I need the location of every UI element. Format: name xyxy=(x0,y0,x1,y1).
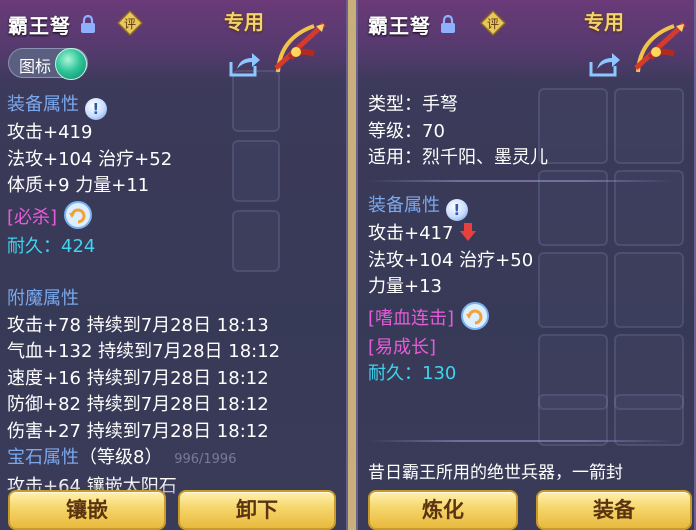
skill-label[interactable]: [嗜血连击] xyxy=(368,308,454,329)
level-line: 等级：70 xyxy=(368,120,445,142)
magic-heal-line: 法攻+104 治疗+50 xyxy=(368,249,534,271)
skill-line[interactable]: [易成长] xyxy=(368,335,533,362)
icon-toggle-label: 图标 xyxy=(19,57,52,76)
gem-header: 宝石属性 xyxy=(7,447,79,468)
base-info-list: 类型：手弩 等级：70 适用：烈千阳、墨灵儿 xyxy=(368,92,548,172)
enchant-line: 气血+132 持续到7月28日 18:12 xyxy=(7,341,281,362)
item-detail-panel-equipped: 霸王弩 评 专用 图标 装备属性 ! 攻击+419 法攻+104 治疗+52 体… xyxy=(0,0,348,530)
item-title: 霸王弩 xyxy=(368,14,431,38)
equip-attr-header: 装备属性 ! xyxy=(7,92,172,120)
skill-label[interactable]: [必杀] xyxy=(7,207,57,228)
equip-attr-header: 装备属性 ! xyxy=(368,193,533,221)
icon-toggle[interactable]: 图标 xyxy=(8,48,88,80)
background-slot xyxy=(614,88,684,164)
item-title: 霸王弩 xyxy=(8,14,71,38)
attribute-list: 装备属性 ! 攻击+417 法攻+104 治疗+50 力量+13 [嗜血连击] … xyxy=(368,193,533,388)
durability-line: 耐久：424 xyxy=(7,235,96,257)
type-line: 类型：手弩 xyxy=(368,94,458,115)
str-line: 力量+13 xyxy=(368,276,442,297)
equip-attr-header-label: 装备属性 xyxy=(368,195,440,216)
background-slot xyxy=(538,394,608,446)
attribute-list: 装备属性 ! 攻击+419 法攻+104 治疗+52 体质+9 力量+11 [必… xyxy=(7,92,172,260)
background-slot xyxy=(538,252,608,328)
info-icon[interactable]: ! xyxy=(84,98,107,120)
equip-attr-header-label: 装备属性 xyxy=(7,94,79,115)
background-slot xyxy=(232,140,280,202)
gem-level: （等级8） xyxy=(79,447,163,468)
gem-header-line: 宝石属性（等级8） 996/1996 xyxy=(7,445,280,474)
panel-divider xyxy=(348,0,356,530)
equip-button[interactable]: 装备 xyxy=(536,490,692,530)
exclusive-label: 专用 xyxy=(584,10,624,34)
background-slot xyxy=(232,210,280,272)
enchant-line: 攻击+78 持续到7月28日 18:13 xyxy=(7,314,269,336)
durability-line: 耐久：130 xyxy=(368,363,457,384)
background-slot xyxy=(614,252,684,328)
section-separator xyxy=(368,440,674,442)
lock-icon[interactable] xyxy=(80,15,96,33)
refresh-icon[interactable] xyxy=(63,200,93,230)
background-slot xyxy=(538,88,608,164)
enchant-header: 附魔属性 xyxy=(7,288,79,309)
exclusive-label: 专用 xyxy=(224,10,264,34)
attack-line: 攻击+417 xyxy=(368,221,533,248)
attack-line: 攻击+419 xyxy=(7,122,93,143)
enchant-list: 附魔属性 攻击+78 持续到7月28日 18:13 气血+132 持续到7月28… xyxy=(7,286,280,500)
crossbow-weapon-icon xyxy=(634,22,686,73)
skill-line: [必杀] xyxy=(7,200,172,234)
info-icon[interactable]: ! xyxy=(445,199,468,221)
magic-heal-line: 法攻+104 治疗+52 xyxy=(7,148,173,170)
lock-icon[interactable] xyxy=(440,15,456,33)
toggle-knob xyxy=(55,48,87,80)
enchant-line: 防御+82 持续到7月28日 18:12 xyxy=(7,394,269,415)
refresh-icon[interactable] xyxy=(460,301,490,331)
appraise-icon[interactable]: 评 xyxy=(480,10,506,36)
skill-line: [嗜血连击] xyxy=(368,301,533,335)
suitable-line: 适用：烈千阳、墨灵儿 xyxy=(368,147,548,168)
attack-value: 攻击+417 xyxy=(368,223,454,244)
item-detail-panel-compare: 霸王弩 评 专用 类型：手弩 等级：70 适用：烈千阳、墨灵儿 装备属性 ! 攻… xyxy=(356,0,696,530)
con-str-line: 体质+9 力量+11 xyxy=(7,175,150,196)
enchant-line: 速度+16 持续到7月28日 18:12 xyxy=(7,367,269,389)
refine-button[interactable]: 炼化 xyxy=(368,490,518,530)
unequip-button[interactable]: 卸下 xyxy=(178,490,336,530)
background-slot xyxy=(614,394,684,446)
ghost-text: 996/1996 xyxy=(174,452,237,467)
appraise-label: 评 xyxy=(487,17,499,31)
section-separator xyxy=(368,180,674,182)
share-icon[interactable] xyxy=(228,50,262,78)
inlay-button[interactable]: 镶嵌 xyxy=(8,490,166,530)
crossbow-weapon-icon xyxy=(274,22,326,73)
share-icon[interactable] xyxy=(588,50,622,78)
appraise-icon[interactable]: 评 xyxy=(117,10,143,36)
down-arrow-icon xyxy=(460,223,477,241)
enchant-line: 伤害+27 持续到7月28日 18:12 xyxy=(7,420,269,442)
appraise-label: 评 xyxy=(124,17,136,31)
